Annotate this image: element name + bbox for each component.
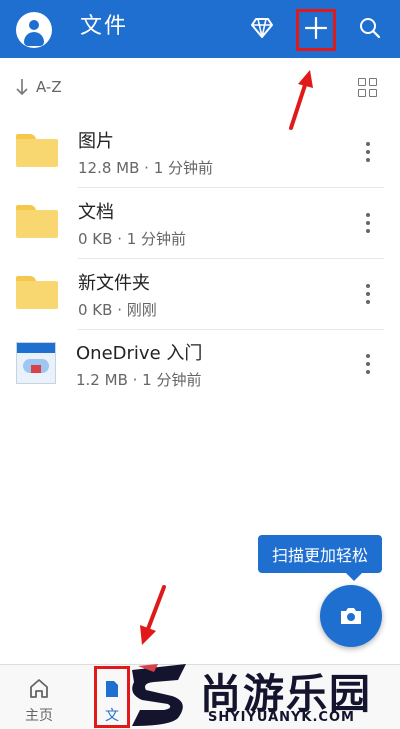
highlight-box-add — [296, 9, 336, 51]
document-thumbnail-icon — [16, 342, 58, 384]
item-meta: 1.2 MB · 1 分钟前 — [76, 371, 202, 389]
camera-scan-button[interactable] — [320, 585, 382, 647]
item-name: 图片 — [78, 131, 114, 152]
sort-label: A-Z — [36, 78, 62, 96]
account-avatar-icon[interactable] — [16, 12, 52, 48]
tooltip-text: 扫描更加轻松 — [271, 546, 368, 565]
app-header: 文件 — [0, 0, 400, 58]
item-name: OneDrive 入门 — [76, 343, 203, 364]
list-item[interactable]: 图片 12.8 MB · 1 分钟前 — [0, 116, 400, 188]
list-item[interactable]: 新文件夹 0 KB · 刚刚 — [0, 258, 400, 330]
folder-icon — [16, 201, 58, 243]
annotation-arrow-down-icon — [140, 585, 166, 645]
watermark-logo-icon — [132, 664, 186, 726]
tab-home[interactable]: 主页 — [0, 665, 80, 729]
home-icon — [30, 679, 48, 698]
more-options-icon[interactable] — [358, 282, 378, 306]
item-meta: 12.8 MB · 1 分钟前 — [78, 159, 214, 177]
folder-icon — [16, 272, 58, 314]
grid-view-icon[interactable] — [358, 78, 378, 98]
site-watermark: 尚游乐园 SHYIYUANYK.COM — [124, 660, 400, 729]
scan-tooltip: 扫描更加轻松 — [258, 535, 382, 581]
more-options-icon[interactable] — [358, 211, 378, 235]
sort-control[interactable]: A-Z — [0, 72, 400, 106]
camera-icon — [341, 608, 361, 624]
list-item[interactable]: OneDrive 入门 1.2 MB · 1 分钟前 — [0, 328, 400, 400]
item-meta: 0 KB · 刚刚 — [78, 301, 157, 319]
more-options-icon[interactable] — [358, 140, 378, 164]
tab-home-label: 主页 — [25, 708, 53, 724]
folder-icon — [16, 130, 58, 172]
watermark-subtext: SHYIYUANYK.COM — [208, 710, 355, 725]
item-name: 文档 — [78, 202, 114, 223]
premium-diamond-icon[interactable] — [244, 10, 280, 46]
search-icon[interactable] — [352, 10, 388, 46]
list-item[interactable]: 文档 0 KB · 1 分钟前 — [0, 187, 400, 259]
sort-arrow-down-icon — [16, 79, 28, 96]
item-name: 新文件夹 — [78, 273, 150, 294]
item-meta: 0 KB · 1 分钟前 — [78, 230, 187, 248]
page-title: 文件 — [80, 14, 129, 39]
more-options-icon[interactable] — [358, 352, 378, 376]
